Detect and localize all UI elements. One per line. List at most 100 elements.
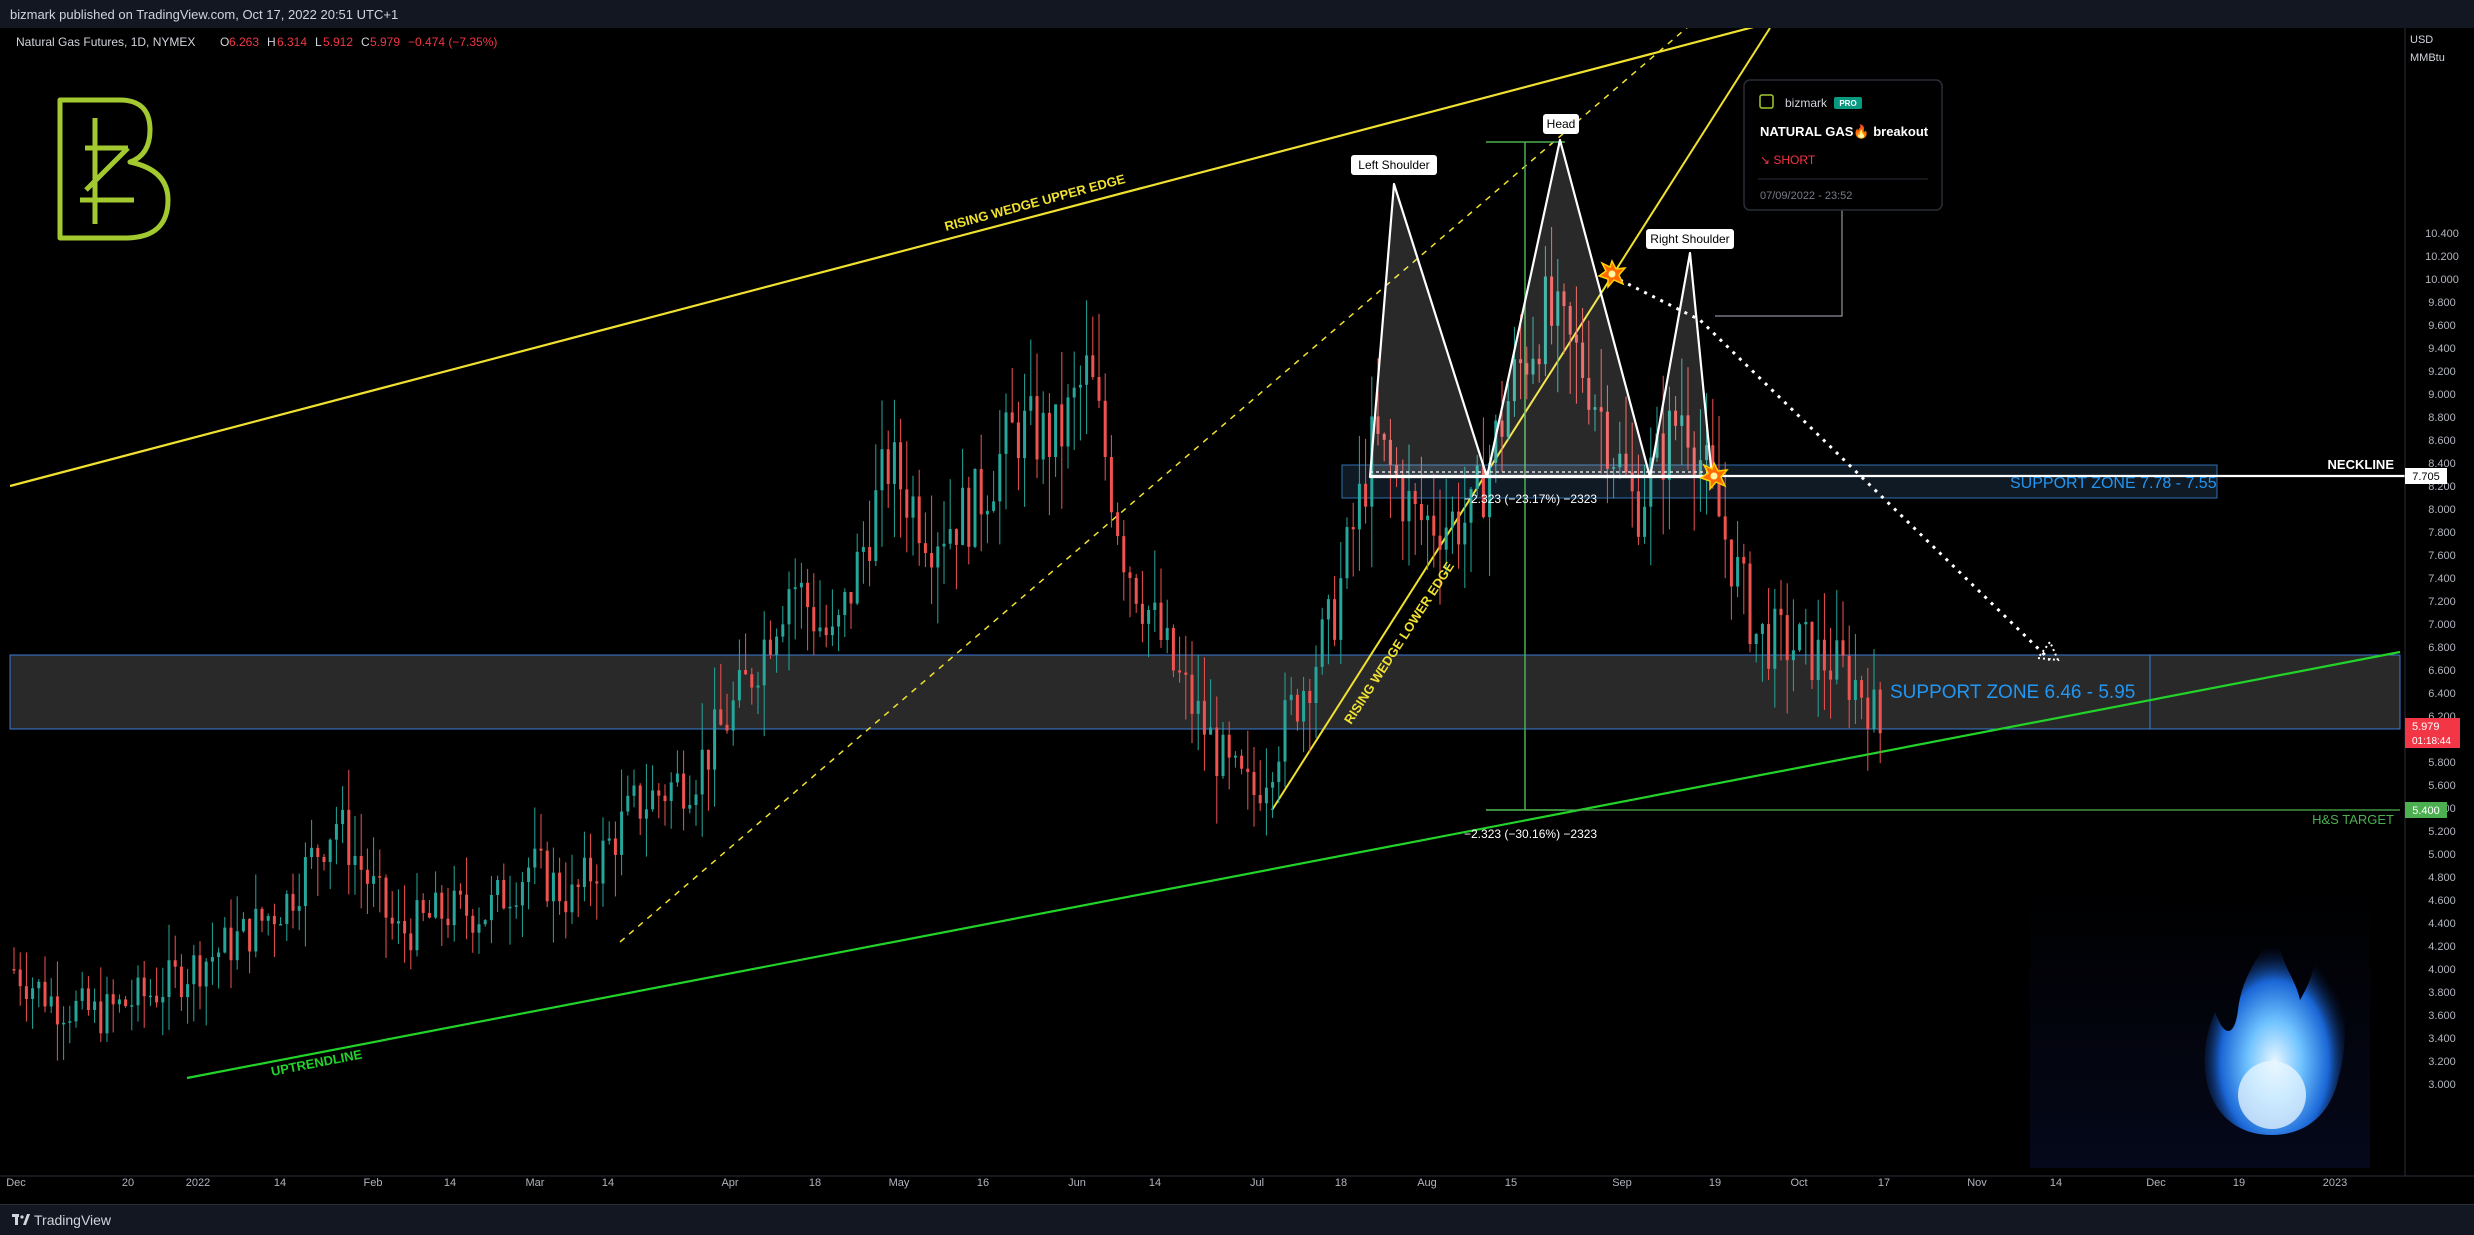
candle <box>334 806 338 865</box>
candle <box>421 893 425 922</box>
y-tick-label: 9.600 <box>2428 320 2456 332</box>
symbol-desc: Natural Gas Futures, 1D, NYMEX <box>16 35 195 49</box>
candle <box>409 918 413 970</box>
y-tick-label: 9.200 <box>2428 366 2456 378</box>
candle <box>1835 589 1839 685</box>
time-axis[interactable]: Dec 20 2022 14 Feb 14 Mar 14 Apr 18 May 16 Jun 14 Jul 1… <box>0 1175 2474 1189</box>
candle <box>1413 482 1417 555</box>
y-tick-label: 7.800 <box>2428 527 2456 539</box>
candle <box>682 750 686 831</box>
high-label: H <box>267 35 276 49</box>
candle <box>192 944 196 1022</box>
candle <box>1023 373 1027 507</box>
x-tick-label: Nov <box>1967 1177 1987 1189</box>
candle <box>403 885 407 963</box>
candle <box>62 1006 66 1060</box>
candle <box>328 838 332 890</box>
candle <box>434 871 438 919</box>
y-tick-label: 9.400 <box>2428 343 2456 355</box>
candle <box>607 821 611 845</box>
candle <box>837 609 841 652</box>
candle <box>1264 748 1268 836</box>
candle <box>570 854 574 924</box>
candle <box>477 907 481 954</box>
candle <box>18 952 22 1006</box>
candle <box>1035 353 1039 479</box>
candle <box>155 967 159 1008</box>
candle <box>55 961 59 1061</box>
candle <box>1010 367 1014 424</box>
x-tick-label: 16 <box>977 1177 989 1189</box>
candle <box>297 873 301 931</box>
x-tick-label: 18 <box>1335 1177 1347 1189</box>
candle <box>1134 573 1138 613</box>
y-tick-label: 6.600 <box>2428 665 2456 677</box>
footer-brand[interactable]: TradingView <box>34 1212 111 1228</box>
candle <box>855 533 859 606</box>
y-tick-label: 3.000 <box>2428 1079 2456 1091</box>
candle <box>161 967 165 1036</box>
x-tick-label: Oct <box>1790 1177 1807 1189</box>
candle <box>427 899 431 919</box>
candle <box>1109 435 1113 528</box>
candle <box>1016 401 1020 491</box>
candle <box>576 878 580 918</box>
x-tick-label: 14 <box>274 1177 286 1189</box>
candle <box>1742 543 1746 615</box>
candle <box>198 941 202 1010</box>
y-tick-label: 3.200 <box>2428 1056 2456 1068</box>
tradingview-logo-icon <box>12 1214 30 1225</box>
y-tick-label: 8.000 <box>2428 504 2456 516</box>
candle <box>1078 365 1082 441</box>
candle <box>1240 749 1244 775</box>
candle <box>551 847 555 943</box>
candle <box>1116 502 1120 545</box>
candle <box>1097 313 1101 409</box>
candle <box>353 816 357 895</box>
support-lower-label: SUPPORT ZONE 6.46 - 5.95 <box>1890 682 2135 703</box>
svg-text:Head: Head <box>1547 117 1576 131</box>
candle <box>148 979 152 1007</box>
candle <box>1767 588 1771 681</box>
candle <box>558 857 562 915</box>
y-tick-label: 3.400 <box>2428 1033 2456 1045</box>
candle <box>824 604 828 648</box>
candle <box>471 908 475 953</box>
candle <box>861 521 865 584</box>
candle <box>632 769 636 808</box>
idea-direction: ↘ SHORT <box>1760 153 1816 167</box>
candle <box>1252 746 1256 827</box>
chart[interactable]: Natural Gas Futures, 1D, NYMEX O 6.263 H… <box>0 28 2474 1204</box>
candle <box>806 568 810 651</box>
idea-title[interactable]: NATURAL GAS🔥 breakout <box>1760 124 1929 139</box>
low-value: 5.912 <box>323 35 353 49</box>
candle <box>1426 504 1430 570</box>
candle <box>1333 576 1337 647</box>
axis-unit: MMBtu <box>2410 52 2445 64</box>
y-tick-label: 6.400 <box>2428 688 2456 700</box>
candle <box>446 888 450 938</box>
idea-author[interactable]: bizmark <box>1785 96 1828 110</box>
candle <box>675 750 679 787</box>
candle <box>136 965 140 1022</box>
candle <box>694 779 698 826</box>
candle <box>458 883 462 909</box>
candle <box>291 873 295 929</box>
candle <box>520 872 524 938</box>
candle <box>1159 568 1163 648</box>
head-and-shoulders-pattern[interactable] <box>1368 138 1714 479</box>
close-value: 5.979 <box>370 35 400 49</box>
candle <box>254 874 258 958</box>
candle <box>248 918 252 974</box>
candle <box>880 400 884 547</box>
candle <box>923 512 927 568</box>
price-axis[interactable]: USD MMBtu 10.40010.0009.6009.2008.8008.4… <box>2404 28 2474 1176</box>
candle <box>359 813 363 909</box>
candle <box>979 434 983 552</box>
candle <box>793 558 797 640</box>
candle <box>489 875 493 944</box>
candle <box>111 979 115 1033</box>
x-tick-label: Sep <box>1612 1177 1632 1189</box>
idea-card[interactable]: bizmark PRO NATURAL GAS🔥 breakout ↘ SHOR… <box>1743 79 1943 211</box>
change-value: −0.474 (−7.35%) <box>408 35 497 49</box>
